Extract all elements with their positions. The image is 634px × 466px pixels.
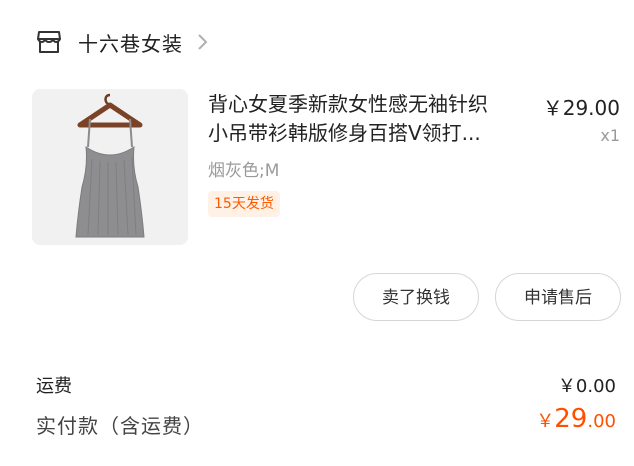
product-title[interactable]: 背心女夏季新款女性感无袖针织 小吊带衫韩版修身百搭V领打... <box>208 90 530 148</box>
shipping-fee-value: ￥0.00 <box>557 376 616 397</box>
paid-currency: ￥ <box>536 411 555 432</box>
paid-amount-value: ￥29.00 <box>500 404 616 434</box>
chevron-right-icon <box>198 34 208 50</box>
product-title-line1: 背心女夏季新款女性感无袖针织 <box>208 92 488 116</box>
camisole-illustration <box>75 93 145 238</box>
store-icon <box>37 31 61 53</box>
paid-decimal: .00 <box>587 411 616 432</box>
shop-header[interactable]: 十六巷女装 <box>36 26 209 58</box>
product-spec: 烟灰色;M <box>208 161 280 181</box>
after-sale-button[interactable]: 申请售后 <box>495 273 621 321</box>
sell-for-cash-button[interactable]: 卖了换钱 <box>353 273 479 321</box>
shipping-fee-label: 运费 <box>36 376 72 397</box>
shop-name[interactable]: 十六巷女装 <box>78 28 183 57</box>
shipping-time-tag: 15天发货 <box>208 191 280 217</box>
product-title-line2: 小吊带衫韩版修身百搭V领打... <box>208 121 481 145</box>
product-price: ￥29.00 <box>542 96 620 120</box>
product-image[interactable] <box>32 89 188 245</box>
paid-integer: 29 <box>554 404 588 434</box>
product-quantity: x1 <box>600 126 620 145</box>
paid-amount-label: 实付款（含运费） <box>36 414 204 438</box>
